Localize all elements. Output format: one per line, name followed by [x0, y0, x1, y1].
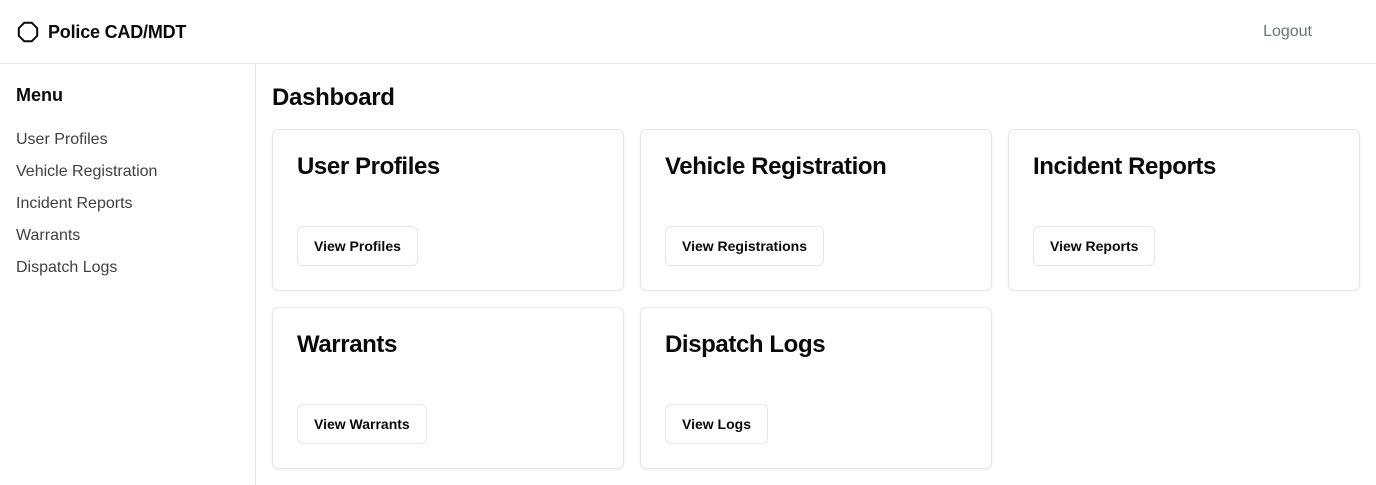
sidebar-item-dispatch-logs[interactable]: Dispatch Logs — [16, 258, 157, 290]
dashboard-grid: User Profiles View Profiles Vehicle Regi… — [272, 129, 1360, 469]
card-dispatch-logs: Dispatch Logs View Logs — [640, 307, 992, 469]
card-title: Warrants — [297, 331, 397, 358]
card-title: Dispatch Logs — [665, 331, 826, 358]
sidebar-item-incident-reports[interactable]: Incident Reports — [16, 194, 157, 226]
brand[interactable]: Police CAD/MDT — [16, 20, 186, 44]
card-title: User Profiles — [297, 153, 440, 180]
app-title: Police CAD/MDT — [48, 22, 187, 42]
sidebar-menu: User Profiles Vehicle Registration Incid… — [16, 130, 157, 290]
view-warrants-button[interactable]: View Warrants — [297, 404, 427, 444]
sidebar-item-warrants[interactable]: Warrants — [16, 226, 157, 258]
sidebar-item-vehicle-registration[interactable]: Vehicle Registration — [16, 162, 157, 194]
sidebar: Menu User Profiles Vehicle Registration … — [0, 64, 256, 485]
card-warrants: Warrants View Warrants — [272, 307, 624, 469]
main-content: Dashboard User Profiles View Profiles Ve… — [272, 64, 1360, 485]
sidebar-title: Menu — [16, 85, 63, 105]
view-logs-button[interactable]: View Logs — [665, 404, 768, 444]
view-registrations-button[interactable]: View Registrations — [665, 226, 825, 266]
card-user-profiles: User Profiles View Profiles — [272, 129, 624, 291]
card-title: Incident Reports — [1033, 153, 1216, 180]
view-profiles-button[interactable]: View Profiles — [297, 226, 418, 266]
card-title: Vehicle Registration — [665, 153, 887, 180]
view-reports-button[interactable]: View Reports — [1033, 226, 1156, 266]
page-title: Dashboard — [272, 84, 395, 111]
octagon-outline-icon — [16, 20, 40, 44]
top-header: Police CAD/MDT Logout — [0, 0, 1376, 64]
card-vehicle-registration: Vehicle Registration View Registrations — [640, 129, 992, 291]
logout-link[interactable]: Logout — [1263, 22, 1312, 42]
sidebar-item-user-profiles[interactable]: User Profiles — [16, 130, 157, 162]
card-incident-reports: Incident Reports View Reports — [1008, 129, 1360, 291]
